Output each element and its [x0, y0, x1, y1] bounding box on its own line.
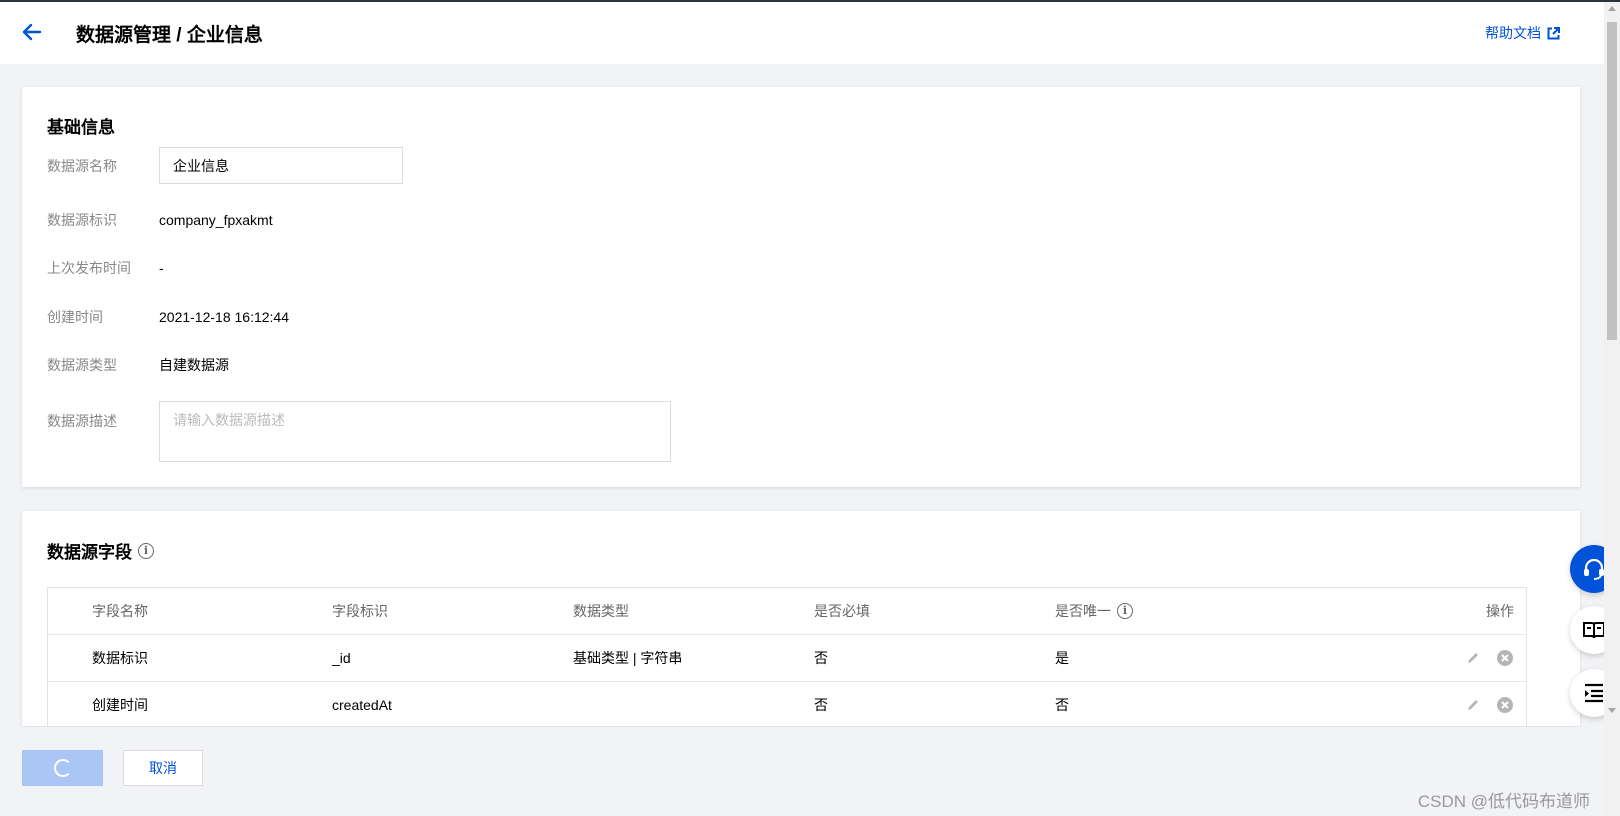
- col-header-required: 是否必填: [814, 603, 870, 619]
- type-value: 自建数据源: [159, 357, 229, 373]
- row-field-unique: 否: [1055, 697, 1069, 713]
- page-scrollbar[interactable]: [1604, 2, 1620, 816]
- row-actions: [1296, 649, 1526, 667]
- id-value: company_fpxakmt: [159, 212, 273, 228]
- watermark: CSDN @低代码布道师: [1417, 792, 1590, 811]
- description-placeholder: 请输入数据源描述: [173, 412, 285, 428]
- footer-bar: 取消 CSDN @低代码布道师: [0, 727, 1604, 816]
- edit-pencil-icon[interactable]: [1464, 649, 1482, 667]
- row-field-key: _id: [332, 650, 351, 666]
- fields-table: 字段名称 字段标识 数据类型 是否必填 是否唯一 i 操作 数据标识 _id 基…: [47, 587, 1527, 726]
- scroll-down-icon[interactable]: [1608, 708, 1616, 713]
- back-arrow-icon[interactable]: [20, 20, 44, 44]
- fields-card: 数据源字段 i 字段名称 字段标识 数据类型 是否必填 是否唯一 i 操作 数据…: [22, 511, 1580, 726]
- table-header-row: 字段名称 字段标识 数据类型 是否必填 是否唯一 i 操作: [48, 588, 1526, 635]
- name-label: 数据源名称: [47, 157, 117, 174]
- scrollbar-thumb[interactable]: [1607, 22, 1617, 340]
- fields-title-wrap: 数据源字段 i: [47, 538, 154, 563]
- row-field-unique: 是: [1055, 650, 1069, 666]
- row-field-required: 否: [814, 697, 828, 713]
- col-header-name: 字段名称: [92, 603, 148, 619]
- desc-label: 数据源描述: [47, 413, 117, 429]
- created-row: 创建时间 2021-12-18 16:12:44: [47, 307, 289, 327]
- edit-pencil-icon[interactable]: [1464, 696, 1482, 714]
- external-link-icon: [1547, 26, 1560, 39]
- table-row: 数据标识 _id 基础类型 | 字符串 否 是: [48, 635, 1526, 682]
- row-field-required: 否: [814, 650, 828, 666]
- desc-row: 数据源描述 请输入数据源描述: [47, 401, 671, 462]
- name-row: 数据源名称 企业信息: [47, 147, 403, 184]
- row-actions: [1296, 696, 1526, 714]
- row-field-type: 基础类型 | 字符串: [573, 650, 683, 666]
- publish-value: -: [159, 260, 164, 276]
- delete-circle-icon[interactable]: [1496, 696, 1514, 714]
- type-row: 数据源类型 自建数据源: [47, 355, 229, 375]
- help-docs-link[interactable]: 帮助文档: [1485, 23, 1560, 43]
- datasource-name-value: 企业信息: [173, 157, 229, 174]
- cancel-button[interactable]: 取消: [123, 750, 203, 786]
- loading-spinner-icon: [53, 759, 72, 777]
- confirm-button-loading[interactable]: [22, 750, 103, 786]
- publish-row: 上次发布时间 -: [47, 258, 164, 278]
- description-textarea[interactable]: 请输入数据源描述: [159, 401, 671, 462]
- page-header: 数据源管理 / 企业信息 帮助文档: [0, 2, 1604, 64]
- id-row: 数据源标识 company_fpxakmt: [47, 210, 273, 230]
- type-label: 数据源类型: [47, 357, 117, 373]
- id-label: 数据源标识: [47, 212, 117, 228]
- scroll-up-icon[interactable]: [1608, 6, 1616, 11]
- col-header-type: 数据类型: [573, 603, 629, 619]
- col-header-key: 字段标识: [332, 603, 388, 619]
- table-row: 创建时间 createdAt 否 否: [48, 682, 1526, 726]
- unique-info-icon[interactable]: i: [1117, 603, 1133, 619]
- datasource-name-input[interactable]: 企业信息: [159, 147, 403, 184]
- fields-title: 数据源字段: [47, 543, 132, 562]
- row-field-name: 创建时间: [92, 697, 148, 713]
- row-field-name: 数据标识: [92, 650, 148, 666]
- publish-label: 上次发布时间: [47, 260, 131, 276]
- row-field-key: createdAt: [332, 697, 392, 713]
- page-title: 数据源管理 / 企业信息: [76, 25, 263, 46]
- delete-circle-icon[interactable]: [1496, 649, 1514, 667]
- basic-info-card: 基础信息 数据源名称 企业信息 数据源标识 company_fpxakmt 上次…: [22, 87, 1580, 487]
- col-header-unique: 是否唯一: [1055, 603, 1111, 619]
- created-label: 创建时间: [47, 309, 103, 325]
- created-value: 2021-12-18 16:12:44: [159, 309, 289, 325]
- info-icon[interactable]: i: [138, 542, 154, 559]
- help-docs-label: 帮助文档: [1485, 25, 1541, 41]
- col-header-unique-wrap: 是否唯一 i: [1055, 601, 1296, 621]
- col-header-actions: 操作: [1486, 603, 1514, 619]
- basic-info-title: 基础信息: [47, 118, 115, 137]
